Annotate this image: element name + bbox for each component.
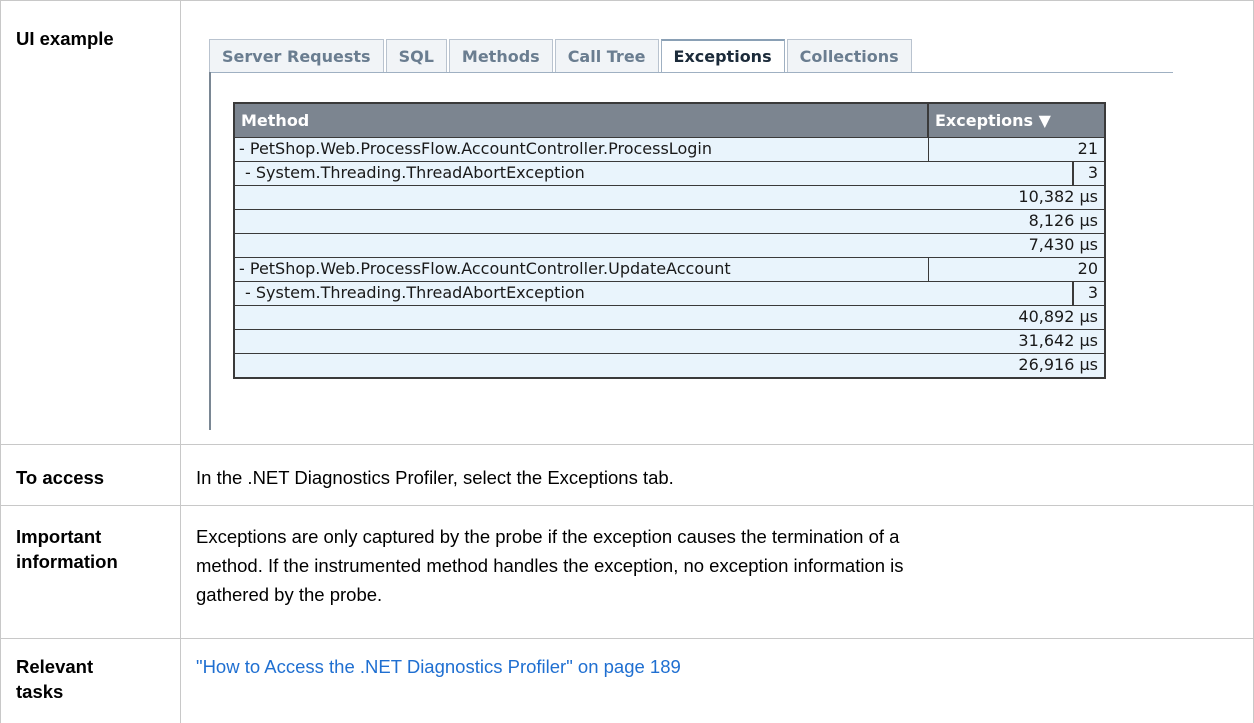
exceptions-cell: 3	[1073, 282, 1104, 305]
text-line: gathered by the probe.	[196, 584, 383, 605]
column-header-exceptions[interactable]: Exceptions ▼	[929, 104, 1104, 137]
how-to-access-link[interactable]: "How to Access the .NET Diagnostics Prof…	[196, 656, 681, 677]
label-line: tasks	[16, 681, 64, 702]
row-divider	[0, 505, 1254, 506]
label-line: Important	[16, 526, 102, 547]
table-border-top	[0, 0, 1254, 1]
row-label-relevant: Relevant tasks	[16, 654, 93, 704]
column-header-method[interactable]: Method	[235, 104, 929, 137]
row-divider	[0, 444, 1254, 445]
table-row[interactable]: - PetShop.Web.ProcessFlow.AccountControl…	[235, 137, 1104, 161]
column-divider	[180, 0, 181, 723]
label-line: Relevant	[16, 656, 94, 677]
exceptions-cell: 7,430 µs	[1028, 235, 1098, 254]
grid-header: Method Exceptions ▼	[235, 104, 1104, 137]
table-row[interactable]: - PetShop.Web.ProcessFlow.AccountControl…	[235, 257, 1104, 281]
profiler-tabs: Server Requests SQL Methods Call Tree Except…	[209, 39, 914, 73]
profiler-screenshot: Server Requests SQL Methods Call Tree Except…	[193, 30, 1173, 430]
important-text: Exceptions are only captured by the prob…	[196, 522, 1236, 609]
table-row[interactable]: 40,892 µs	[235, 305, 1104, 329]
table-row[interactable]: - System.Threading.ThreadAbortException 3	[235, 281, 1104, 305]
exceptions-cell: 10,382 µs	[1018, 187, 1098, 206]
method-cell: - System.Threading.ThreadAbortException	[235, 162, 1073, 185]
table-row[interactable]: 31,642 µs	[235, 329, 1104, 353]
tab-underline	[209, 72, 1173, 73]
table-row[interactable]: - System.Threading.ThreadAbortException 3	[235, 161, 1104, 185]
tab-server-requests[interactable]: Server Requests	[209, 39, 384, 72]
table-row[interactable]: 10,382 µs	[235, 185, 1104, 209]
exceptions-cell: 26,916 µs	[1018, 355, 1098, 374]
exceptions-cell: 20	[1077, 259, 1098, 278]
grid-body: - PetShop.Web.ProcessFlow.AccountControl…	[235, 137, 1104, 377]
table-row[interactable]: 8,126 µs	[235, 209, 1104, 233]
label-line: information	[16, 551, 118, 572]
info-table: UI example Server Requests SQL Methods Call…	[0, 0, 1254, 723]
table-row[interactable]: 26,916 µs	[235, 353, 1104, 377]
row-label-ui-example: UI example	[16, 28, 114, 49]
relevant-tasks-text: "How to Access the .NET Diagnostics Prof…	[196, 652, 1236, 681]
row-divider	[0, 638, 1254, 639]
exceptions-grid: Method Exceptions ▼ - PetShop.Web.Proces…	[233, 102, 1106, 379]
exceptions-cell: 21	[1077, 139, 1098, 158]
exceptions-cell: 8,126 µs	[1028, 211, 1098, 230]
table-border-left	[0, 0, 1, 723]
tab-methods[interactable]: Methods	[448, 39, 553, 72]
method-cell: - PetShop.Web.ProcessFlow.AccountControl…	[235, 258, 929, 281]
exceptions-cell: 31,642 µs	[1018, 331, 1098, 350]
tab-sql[interactable]: SQL	[385, 39, 447, 72]
tab-call-tree[interactable]: Call Tree	[554, 39, 659, 72]
panel-left-border	[209, 72, 211, 430]
row-label-to-access: To access	[16, 467, 105, 488]
text-line: method. If the instrumented method handl…	[196, 555, 904, 576]
tab-exceptions[interactable]: Exceptions	[660, 39, 785, 73]
row-label-important: Important information	[16, 524, 118, 574]
exceptions-cell: 3	[1073, 162, 1104, 185]
method-cell: - System.Threading.ThreadAbortException	[235, 282, 1073, 305]
method-cell: - PetShop.Web.ProcessFlow.AccountControl…	[235, 138, 929, 161]
table-row[interactable]: 7,430 µs	[235, 233, 1104, 257]
tab-collections[interactable]: Collections	[786, 39, 912, 72]
text-line: Exceptions are only captured by the prob…	[196, 526, 900, 547]
to-access-text: In the .NET Diagnostics Profiler, select…	[196, 467, 674, 488]
exceptions-cell: 40,892 µs	[1018, 307, 1098, 326]
